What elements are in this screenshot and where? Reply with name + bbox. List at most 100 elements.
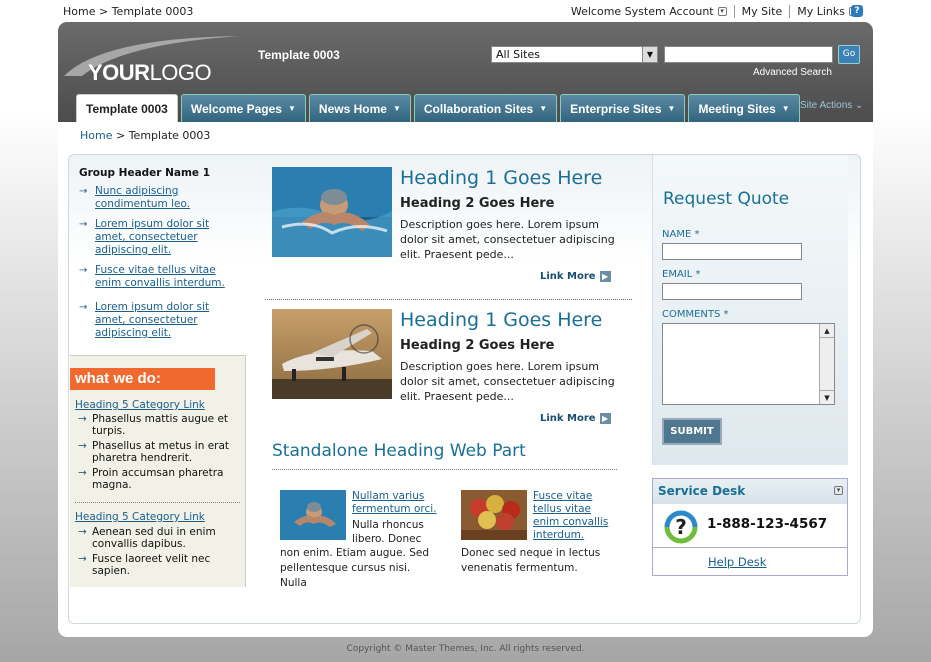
comments-label: COMMENTS * [662, 309, 729, 320]
breadcrumb-home-link[interactable]: Home [63, 5, 95, 18]
chevron-down-icon: ▼ [642, 47, 657, 62]
arrow-right-icon: → [79, 302, 88, 313]
fruit-basket-thumbnail [461, 490, 527, 540]
chevron-down-icon: ⌄ [855, 100, 864, 111]
swimmer-image [272, 167, 392, 257]
article-heading-1: Heading 1 Goes Here [400, 309, 603, 331]
user-menu: Welcome System Account ▾ My Site My Link… [564, 5, 865, 18]
airplane-image [272, 309, 392, 399]
footer-copyright: Copyright © Master Themes, Inc. All righ… [346, 644, 585, 654]
service-desk-panel: Service Desk ▾ ? 1-888-123-4567 Help Des… [652, 478, 848, 576]
search-scope-select[interactable]: All Sites ▼ [491, 46, 658, 63]
welcome-menu[interactable]: Welcome System Account ▾ [564, 5, 734, 18]
arrow-right-icon: → [78, 526, 87, 538]
standalone-link[interactable]: Nullam varius fermentum orci. [352, 490, 437, 516]
standalone-heading: Standalone Heading Web Part [272, 441, 526, 461]
standalone-text: non enim. Etiam augue. Sed pellentesque … [280, 547, 430, 589]
site-logo[interactable]: YOURLOGO [88, 60, 212, 86]
list-item: → Phasellus at metus in erat pharetra hen… [78, 440, 230, 464]
divider [75, 502, 240, 503]
tab-welcome-pages[interactable]: Welcome Pages ▼ [180, 94, 306, 122]
divider [272, 469, 617, 470]
divider [653, 547, 847, 548]
comments-scrollbar[interactable]: ▲ ▼ [819, 324, 834, 404]
service-desk-phone: 1-888-123-4567 [707, 516, 828, 532]
list-item: → Aenean sed dui in enim convallis dapibu… [78, 526, 216, 550]
standalone-link[interactable]: Fusce vitae tellus vitae enim convallis … [533, 490, 618, 542]
top-navigation: Template 0003 Welcome Pages ▼ News Home ▼ … [76, 94, 800, 122]
arrow-right-icon: → [79, 186, 88, 197]
main-content: Group Header Name 1 → Nunc adipiscing con… [68, 154, 861, 624]
search-go-button[interactable]: Go [838, 45, 860, 64]
article-card: Heading 1 Goes Here Heading 2 Goes Here … [272, 309, 617, 434]
request-quote-title: Request Quote [663, 189, 790, 209]
category-link[interactable]: Heading 5 Category Link [75, 511, 205, 523]
advanced-search-link[interactable]: Advanced Search [753, 67, 832, 78]
article-description: Description goes here. Lorem ipsum dolor… [400, 360, 615, 403]
my-site-link[interactable]: My Site [733, 5, 790, 18]
svg-text:?: ? [675, 515, 687, 539]
list-item: → Lorem ipsum dolor sit amet, consectetue… [79, 218, 239, 257]
article-heading-2: Heading 2 Goes Here [400, 338, 555, 353]
chevron-down-icon: ▼ [392, 104, 401, 113]
group-link-list: → Nunc adipiscing condimentum leo. → Lorem… [79, 185, 239, 347]
group-link[interactable]: Lorem ipsum dolor sit amet, consectetuer… [95, 218, 209, 256]
chevron-up-icon[interactable]: ▲ [820, 324, 834, 338]
link-more-button[interactable]: Link More ▶ [540, 271, 611, 282]
chevron-down-icon: ▼ [287, 104, 296, 113]
category-list: → Phasellus mattis augue et turpis. → Phas… [75, 413, 243, 494]
article-description: Description goes here. Lorem ipsum dolor… [400, 218, 615, 261]
list-item: → Proin accumsan pharetra magna. [78, 467, 224, 491]
breadcrumb-home-link[interactable]: Home [80, 129, 112, 142]
top-utility-bar: Home > Template 0003 Welcome System Acco… [0, 0, 931, 24]
chevron-down-icon: ▼ [667, 104, 676, 113]
what-we-do-heading: what we do: [70, 368, 215, 390]
category-list: → Aenean sed dui in enim convallis dapibu… [75, 526, 243, 580]
list-item: → Fusce laoreet velit nec sapien. [78, 553, 211, 577]
tab-collaboration-sites[interactable]: Collaboration Sites ▼ [413, 94, 558, 122]
name-field[interactable] [662, 243, 802, 260]
request-quote-form: Request Quote NAME * EMAIL * COMMENTS * … [652, 155, 848, 465]
tab-template-0003[interactable]: Template 0003 [76, 94, 178, 122]
article-card: Heading 1 Goes Here Heading 2 Goes Here … [272, 167, 617, 292]
group-link[interactable]: Lorem ipsum dolor sit amet, consectetuer… [95, 301, 209, 339]
help-icon[interactable]: ? [851, 5, 863, 17]
chevron-down-icon: ▾ [717, 7, 727, 16]
comments-field[interactable]: ▲ ▼ [662, 323, 835, 405]
swimmer-thumbnail [280, 490, 346, 540]
arrow-right-icon: → [78, 467, 87, 479]
tab-meeting-sites[interactable]: Meeting Sites ▼ [688, 94, 800, 122]
list-item: → Lorem ipsum dolor sit amet, consectetue… [79, 301, 239, 340]
email-field[interactable] [662, 283, 802, 300]
tab-enterprise-sites[interactable]: Enterprise Sites ▼ [560, 94, 686, 122]
arrow-right-icon: ▶ [599, 413, 611, 424]
category-link[interactable]: Heading 5 Category Link [75, 399, 205, 411]
tab-news-home[interactable]: News Home ▼ [308, 94, 411, 122]
arrow-right-icon: → [78, 413, 87, 425]
submit-button[interactable]: SUBMIT [662, 418, 722, 445]
name-label: NAME * [662, 229, 700, 240]
breadcrumb-current: Template 0003 [128, 129, 211, 142]
chevron-down-icon[interactable]: ▾ [834, 486, 843, 495]
arrow-right-icon: → [78, 440, 87, 452]
site-actions-menu[interactable]: Site Actions ⌄ [800, 100, 863, 111]
top-breadcrumb: Home > Template 0003 [63, 5, 194, 18]
arrow-right-icon: → [78, 553, 87, 565]
what-we-do-box: what we do: Heading 5 Category Link → Pha… [70, 355, 246, 587]
arrow-right-icon: ▶ [599, 271, 611, 282]
content-card: Home > Template 0003 Group Header Name 1… [58, 122, 873, 637]
content-breadcrumb: Home > Template 0003 [80, 129, 211, 142]
email-label: EMAIL * [662, 269, 701, 280]
breadcrumb-current: Template 0003 [111, 5, 194, 18]
list-item: → Phasellus mattis augue et turpis. [78, 413, 229, 437]
group-link[interactable]: Nunc adipiscing condimentum leo. [95, 185, 190, 210]
article-heading-1: Heading 1 Goes Here [400, 167, 603, 189]
search-input[interactable] [664, 46, 833, 63]
help-desk-link[interactable]: Help Desk [708, 555, 766, 569]
arrow-right-icon: → [79, 219, 88, 230]
group-link[interactable]: Fusce vitae tellus vitae enim convallis … [95, 264, 225, 289]
link-more-button[interactable]: Link More ▶ [540, 413, 611, 424]
chevron-down-icon[interactable]: ▼ [820, 390, 834, 404]
site-title: Template 0003 [258, 48, 340, 62]
article-heading-2: Heading 2 Goes Here [400, 196, 555, 211]
